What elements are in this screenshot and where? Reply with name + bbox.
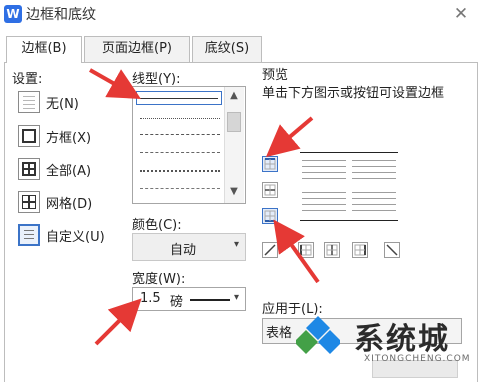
bottom-border-button[interactable]: [262, 208, 278, 224]
apply-to-value: 表格: [266, 326, 293, 341]
line-style-dashed[interactable]: [140, 134, 220, 135]
setting-custom-label: 自定义(U): [46, 229, 105, 245]
bottom-border-icon: [264, 210, 276, 222]
top-border-icon: [264, 158, 276, 170]
chevron-down-icon: ▾: [234, 292, 240, 303]
apply-to-label: 应用于(L):: [262, 302, 323, 317]
setting-grid-label: 网格(D): [46, 196, 93, 212]
diagonal-down-border-icon: [386, 244, 398, 256]
setting-all-option[interactable]: 全部(A): [18, 157, 91, 181]
color-value: 自动: [170, 243, 197, 258]
scroll-up-icon[interactable]: ▲: [224, 90, 244, 104]
setting-none-option[interactable]: 无(N): [18, 90, 79, 114]
line-style-dash-dot-dot[interactable]: [140, 188, 220, 189]
diagonal-down-border-button[interactable]: [384, 242, 400, 258]
color-label: 颜色(C):: [132, 218, 182, 233]
scroll-down-icon[interactable]: ▼: [224, 186, 244, 200]
preview-text-line: [302, 160, 346, 161]
top-border-button[interactable]: [262, 156, 278, 172]
dialog-title: 边框和底纹: [26, 7, 96, 23]
preview-text-line: [302, 198, 346, 199]
preview-text-line: [302, 204, 346, 205]
watermark-text: 系统城: [354, 322, 450, 357]
inside-vertical-border-button[interactable]: [324, 242, 340, 258]
preview-text-line: [352, 166, 396, 167]
preview-text-line: [302, 178, 346, 179]
setting-all-label: 全部(A): [46, 163, 92, 179]
preview-label: 预览: [262, 68, 289, 83]
setting-custom-option[interactable]: 自定义(U): [18, 223, 105, 247]
setting-box-icon: [18, 125, 40, 147]
setting-custom-icon: [18, 224, 40, 246]
inside-horizontal-border-button[interactable]: [262, 182, 278, 198]
diagonal-up-border-icon: [264, 244, 276, 256]
setting-none-label: 无(N): [46, 96, 79, 112]
width-label: 宽度(W):: [132, 272, 186, 287]
preview-bottom-border: [300, 220, 398, 221]
left-border-button[interactable]: [298, 242, 314, 258]
preview-text-line: [352, 198, 396, 199]
preview-text-line: [352, 192, 396, 193]
preview-hint: 单击下方图示或按钮可设置边框: [262, 86, 445, 101]
width-unit: 磅: [170, 295, 184, 310]
line-style-solid-selected[interactable]: [136, 91, 222, 105]
line-style-dotted[interactable]: [140, 118, 220, 119]
preview-text-line: [302, 166, 346, 167]
preview-text-line: [352, 178, 396, 179]
inside-horizontal-border-icon: [264, 184, 276, 196]
watermark-subtext: XITONGCHENG.COM: [364, 354, 471, 364]
tab-page-border[interactable]: 页面边框(P): [84, 36, 190, 62]
tab-border[interactable]: 边框(B): [6, 36, 82, 63]
settings-label: 设置:: [12, 72, 43, 87]
close-button[interactable]: ✕: [450, 4, 472, 24]
setting-none-icon: [18, 91, 40, 113]
diagonal-up-border-button[interactable]: [262, 242, 278, 258]
setting-box-option[interactable]: 方框(X): [18, 124, 91, 148]
setting-all-icon: [18, 158, 40, 180]
preview-text-line: [352, 204, 396, 205]
setting-grid-option[interactable]: 网格(D): [18, 190, 92, 214]
preview-text-line: [352, 172, 396, 173]
tab-shading[interactable]: 底纹(S): [192, 36, 262, 62]
wps-writer-icon: W: [4, 5, 22, 23]
width-line-sample: [190, 299, 230, 301]
left-border-icon: [300, 244, 312, 256]
scroll-thumb[interactable]: [227, 112, 241, 132]
preview-text-line: [302, 192, 346, 193]
setting-box-label: 方框(X): [46, 130, 92, 146]
preview-text-line: [352, 160, 396, 161]
setting-grid-icon: [18, 191, 40, 213]
xitongcheng-logo: [296, 316, 340, 354]
inside-vertical-border-icon: [326, 244, 338, 256]
preview-top-border: [300, 152, 398, 153]
line-style-label: 线型(Y):: [132, 72, 181, 87]
line-style-dash-dot[interactable]: [140, 170, 220, 172]
right-border-icon: [354, 244, 366, 256]
width-value: 1.5: [140, 291, 161, 306]
line-style-long-dash[interactable]: [140, 152, 220, 153]
right-border-button[interactable]: [352, 242, 368, 258]
chevron-down-icon: ▾: [234, 239, 240, 250]
preview-text-line: [302, 210, 346, 211]
preview-text-line: [302, 172, 346, 173]
preview-text-line: [352, 210, 396, 211]
